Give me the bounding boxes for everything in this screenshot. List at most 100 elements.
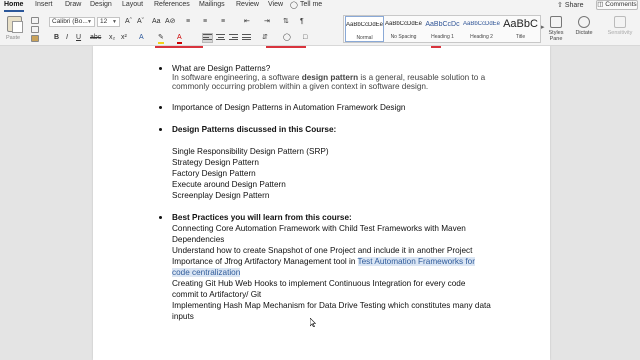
bullet-icon: [159, 67, 162, 70]
ink-stroke: [431, 46, 441, 48]
font-name-value: Calibri (Bo...: [52, 18, 88, 25]
justify-icon[interactable]: [242, 34, 251, 42]
style-normal[interactable]: AaBbCcDdEe Normal: [345, 16, 384, 42]
bullet-icon: [159, 216, 162, 219]
chevron-down-icon: ▼: [112, 19, 117, 25]
font-size-dropdown[interactable]: 12 ▼: [97, 17, 120, 27]
styles-pane-button[interactable]: Styles Pane: [546, 16, 566, 42]
tab-tell-me[interactable]: Tell me: [300, 1, 322, 8]
styles-gallery: AaBbCcDdEe Normal AaBbCcDdEe No Spacing …: [343, 15, 541, 43]
styles-pane-icon: [550, 16, 562, 28]
share-icon: ⇧: [557, 2, 565, 9]
dictate-button[interactable]: Dictate: [573, 16, 595, 36]
style-name: Title: [515, 34, 526, 40]
lightbulb-icon: ◯: [290, 2, 298, 9]
text-effects-icon[interactable]: A: [139, 33, 144, 42]
numbering-icon[interactable]: ≡: [203, 17, 207, 26]
underline-icon[interactable]: U: [76, 33, 81, 42]
cut-icon[interactable]: [31, 17, 39, 24]
style-no-spacing[interactable]: AaBbCcDdEe No Spacing: [384, 16, 423, 42]
tab-references[interactable]: References: [154, 1, 190, 8]
copy-icon[interactable]: [31, 26, 39, 33]
practice-line: Creating Git Hub Web Hooks to implement …: [172, 279, 466, 288]
sort-icon[interactable]: ⇅: [283, 17, 289, 26]
pattern-line: Single Responsibility Design Pattern (SR…: [172, 147, 329, 156]
style-heading-2[interactable]: AaBbCcDdEe Heading 2: [462, 16, 501, 42]
tab-view[interactable]: View: [268, 1, 283, 8]
tab-layout[interactable]: Layout: [122, 1, 143, 8]
grow-font-icon[interactable]: Aˆ: [125, 17, 132, 26]
ink-stroke: [266, 46, 306, 48]
chevron-down-icon: ▼: [87, 19, 92, 25]
superscript-icon[interactable]: x²: [121, 33, 127, 42]
tab-design[interactable]: Design: [90, 1, 112, 8]
mouse-cursor-icon: [310, 318, 316, 327]
practice-line: Implementing Hash Map Mechanism for Data…: [172, 301, 491, 310]
decrease-indent-icon[interactable]: ⇤: [244, 17, 250, 26]
paste-icon[interactable]: [7, 16, 23, 33]
text-run: is a general, reusable solution to a: [358, 73, 486, 82]
shrink-font-icon[interactable]: Aˇ: [137, 17, 144, 26]
clear-format-icon[interactable]: A⊘: [165, 17, 176, 26]
tab-draw[interactable]: Draw: [65, 1, 81, 8]
tab-home[interactable]: Home: [4, 1, 23, 8]
subscript-icon[interactable]: x₂: [109, 33, 115, 42]
tab-insert[interactable]: Insert: [35, 1, 53, 8]
bullet-icon: [159, 106, 162, 109]
practice-line: Connecting Core Automation Framework wit…: [172, 224, 466, 233]
text-run: In software engineering, a software: [172, 73, 302, 82]
list-item-heading: Best Practices you will learn from this …: [172, 213, 352, 222]
align-left-icon[interactable]: [202, 33, 213, 43]
shading-icon[interactable]: ◯: [283, 33, 291, 42]
style-sample: AaBbCcDdEe: [346, 22, 383, 28]
bullet-icon: [159, 128, 162, 131]
multilevel-list-icon[interactable]: ≡: [221, 17, 225, 26]
bold-icon[interactable]: B: [54, 33, 59, 42]
share-button[interactable]: ⇧ Share: [557, 1, 584, 9]
ribbon-tab-bar: Home Insert Draw Design Layout Reference…: [0, 0, 640, 13]
highlight-color-icon[interactable]: ✎: [158, 33, 164, 44]
bullets-icon[interactable]: ≡: [186, 17, 190, 26]
format-painter-icon[interactable]: [31, 35, 39, 42]
microphone-icon: [578, 16, 590, 28]
pattern-line: Strategy Design Pattern: [172, 158, 259, 167]
paste-label: Paste: [6, 35, 21, 41]
selected-text[interactable]: Test Automation Frameworks for: [357, 257, 475, 266]
pattern-line: Screenplay Design Pattern: [172, 191, 270, 200]
font-color-icon[interactable]: A: [177, 33, 182, 44]
ink-stroke: [155, 46, 203, 48]
tab-mailings[interactable]: Mailings: [199, 1, 225, 8]
share-label: Share: [564, 2, 584, 9]
style-name: Heading 2: [470, 34, 493, 40]
pattern-line: Factory Design Pattern: [172, 169, 256, 178]
style-name: No Spacing: [390, 34, 417, 40]
dictate-label: Dictate: [575, 30, 593, 36]
chevron-right-icon[interactable]: ▸: [541, 23, 545, 31]
align-center-icon[interactable]: [216, 34, 225, 42]
text-run: Importance of Jfrog Artifactory Manageme…: [172, 257, 358, 266]
style-title[interactable]: AaBbC Title: [501, 16, 540, 42]
tab-review[interactable]: Review: [236, 1, 259, 8]
document-canvas[interactable]: What are Design Patterns? In software en…: [0, 46, 640, 360]
sensitivity-button[interactable]: Sensitivity: [603, 16, 637, 36]
font-name-dropdown[interactable]: Calibri (Bo... ▼: [49, 17, 95, 27]
font-size-value: 12: [100, 18, 108, 25]
line-spacing-icon[interactable]: ⇵: [262, 33, 268, 42]
show-formatting-icon[interactable]: ¶: [300, 17, 304, 26]
style-heading-1[interactable]: AaBbCcDc Heading 1: [423, 16, 462, 42]
selected-text[interactable]: code centralization: [172, 268, 241, 277]
borders-icon[interactable]: □: [303, 33, 307, 42]
practice-line: code centralization: [172, 268, 241, 278]
align-right-icon[interactable]: [229, 34, 238, 42]
style-sample: AaBbCcDc: [425, 21, 460, 28]
document-page[interactable]: What are Design Patterns? In software en…: [93, 46, 550, 360]
change-case-icon[interactable]: Aa: [152, 17, 161, 26]
increase-indent-icon[interactable]: ⇥: [264, 17, 270, 26]
strikethrough-icon[interactable]: abc: [90, 33, 101, 42]
sensitivity-label: Sensitivity: [607, 30, 633, 36]
italic-icon[interactable]: I: [66, 33, 68, 42]
style-sample: AaBbCcDdEe: [462, 21, 501, 27]
ribbon-toolbar: Paste Calibri (Bo... ▼ 12 ▼ Aˆ Aˇ Aa A⊘ B …: [0, 13, 640, 46]
comments-button[interactable]: ◫ Comments: [596, 0, 638, 10]
practice-line: inputs: [172, 312, 194, 321]
